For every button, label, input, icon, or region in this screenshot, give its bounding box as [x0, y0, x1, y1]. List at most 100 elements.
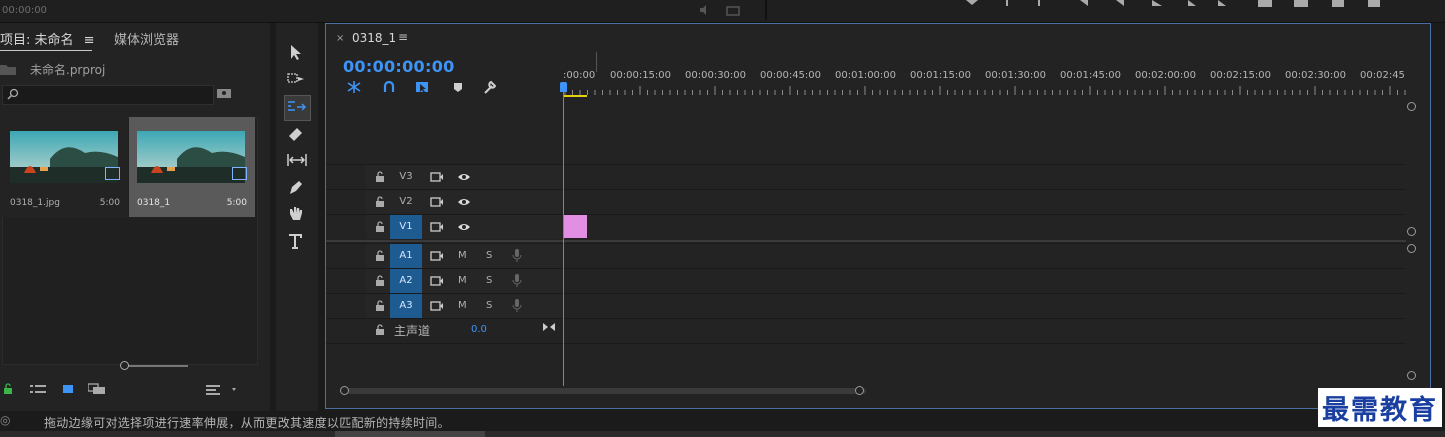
lock-icon[interactable]: [375, 250, 385, 261]
microphone-icon[interactable]: [512, 274, 522, 287]
zoom-slider-track[interactable]: [128, 365, 188, 367]
eye-icon[interactable]: [457, 172, 471, 182]
sync-lock-icon[interactable]: [430, 172, 444, 182]
microphone-icon[interactable]: [512, 249, 522, 262]
sync-lock-icon[interactable]: [430, 276, 444, 286]
razor-tool-icon[interactable]: [286, 124, 310, 146]
master-track-label: 主声道: [394, 324, 431, 338]
playback-controls: [966, 0, 1386, 8]
eye-icon[interactable]: [457, 222, 471, 232]
lock-icon[interactable]: [375, 300, 385, 311]
source-timecode: 00:00:00: [2, 5, 47, 16]
slip-tool-icon[interactable]: [286, 151, 310, 173]
audio-icon[interactable]: [698, 4, 712, 16]
linked-selection-icon[interactable]: [415, 80, 431, 94]
scroll-handle-bottom[interactable]: [1407, 371, 1416, 380]
track-target-a1[interactable]: A1: [390, 244, 422, 268]
bottom-strip: [0, 431, 1445, 437]
track-target-v1[interactable]: V1: [390, 215, 422, 239]
zoom-handle-right[interactable]: [855, 386, 864, 395]
sequence-thumbnail[interactable]: 0318_1 5:00: [129, 117, 255, 217]
sequence-name: 0318_1: [137, 198, 171, 208]
ruler-label: 00:01:15:00: [910, 70, 972, 81]
solo-button[interactable]: S: [486, 275, 492, 286]
sync-lock-icon[interactable]: [430, 301, 444, 311]
lock-icon[interactable]: [375, 196, 385, 207]
nest-toggle-icon[interactable]: [346, 80, 362, 94]
scroll-handle-top[interactable]: [1407, 244, 1416, 253]
timeline-clip-v1[interactable]: [564, 215, 587, 238]
snap-icon[interactable]: [382, 80, 396, 94]
type-tool-icon[interactable]: [286, 232, 310, 254]
sync-lock-icon[interactable]: [430, 197, 444, 207]
lock-icon[interactable]: [375, 275, 385, 286]
rate-stretch-tool-icon[interactable]: [284, 95, 311, 121]
ruler-label: 00:02:45:: [1360, 70, 1406, 81]
sync-lock-icon[interactable]: [430, 251, 444, 261]
track-row-v2: V2: [326, 189, 1406, 214]
master-volume-value[interactable]: 0.0: [471, 324, 487, 335]
project-file-name: 未命名.prproj: [30, 63, 106, 77]
hand-tool-icon[interactable]: [286, 205, 310, 227]
lock-icon[interactable]: [375, 171, 385, 182]
zoom-slider-handle[interactable]: [120, 361, 129, 370]
lock-icon[interactable]: [375, 221, 385, 232]
eye-icon[interactable]: [457, 197, 471, 207]
scroll-handle-bottom[interactable]: [1407, 227, 1416, 236]
selection-tool-icon[interactable]: [286, 43, 310, 65]
solo-button[interactable]: S: [486, 250, 492, 261]
mute-button[interactable]: M: [458, 275, 467, 286]
status-bar: ◎ 拖动边缘可对选择项进行速率伸展，从而更改其速度以匹配新的持续时间。: [0, 411, 1445, 431]
bottom-scroll-thumb[interactable]: [335, 431, 485, 437]
track-target-v2[interactable]: V2: [390, 190, 422, 214]
project-panel: 项目: 未命名 ≡ 媒体浏览器 未命名.prproj 0318_1.jpg 5:…: [0, 23, 270, 411]
vertical-scrollbar[interactable]: [1407, 102, 1417, 380]
lock-icon[interactable]: [375, 324, 385, 335]
playhead-line[interactable]: [563, 86, 564, 386]
go-to-edit-point-icon[interactable]: [542, 322, 556, 332]
sequence-tab[interactable]: 0318_1: [352, 31, 396, 45]
panel-menu-icon[interactable]: ≡: [84, 33, 95, 48]
ruler-label: 00:02:30:00: [1285, 70, 1347, 81]
tab-media-browser[interactable]: 媒体浏览器: [114, 29, 179, 48]
ruler-label: 00:01:45:00: [1060, 70, 1122, 81]
ruler-label: 00:02:15:00: [1210, 70, 1272, 81]
track-target-a2[interactable]: A2: [390, 269, 422, 293]
track-target-a3[interactable]: A3: [390, 294, 422, 318]
track-row-a1: A1 M S: [326, 243, 1406, 268]
pen-tool-icon[interactable]: [286, 178, 310, 200]
icon-view-icon[interactable]: [62, 383, 74, 395]
close-sequence-icon[interactable]: ×: [336, 33, 344, 44]
playhead-timecode[interactable]: 00:00:00:00: [343, 57, 455, 76]
new-bin-from-search-icon[interactable]: [216, 86, 232, 100]
mute-button[interactable]: M: [458, 250, 467, 261]
sync-lock-icon[interactable]: [430, 222, 444, 232]
tab-project[interactable]: 项目: 未命名 ≡: [0, 29, 95, 48]
search-input[interactable]: [2, 85, 214, 105]
timeline-settings-icon[interactable]: [482, 80, 498, 94]
clip-thumbnail[interactable]: 0318_1.jpg 5:00: [2, 117, 128, 217]
list-view-icon[interactable]: [30, 384, 46, 396]
clip-thumbnail-image: [10, 131, 118, 183]
scroll-handle-top[interactable]: [1407, 102, 1416, 111]
track-target-v3[interactable]: V3: [390, 165, 422, 189]
microphone-icon[interactable]: [512, 299, 522, 312]
work-area-bar[interactable]: [563, 95, 587, 97]
zoom-handle-left[interactable]: [340, 386, 349, 395]
panel-menu-icon[interactable]: ≡: [398, 30, 408, 44]
video-audio-divider[interactable]: [326, 240, 1406, 242]
track-row-a3: A3 M S: [326, 293, 1406, 318]
export-frame-icon[interactable]: [726, 4, 740, 16]
solo-button[interactable]: S: [486, 300, 492, 311]
track-select-tool-icon[interactable]: [286, 70, 310, 92]
horizontal-scroll-thumb[interactable]: [344, 388, 866, 394]
sequence-duration: 5:00: [226, 198, 247, 208]
mute-button[interactable]: M: [458, 300, 467, 311]
add-marker-icon[interactable]: [452, 80, 464, 94]
playhead-handle[interactable]: [560, 82, 567, 92]
freeform-view-icon[interactable]: [88, 383, 106, 395]
sort-icon[interactable]: [206, 384, 236, 396]
watermark-logo: 最需教育: [1318, 388, 1442, 427]
horizontal-scrollbar[interactable]: [340, 386, 866, 396]
lock-icon[interactable]: [2, 383, 14, 395]
